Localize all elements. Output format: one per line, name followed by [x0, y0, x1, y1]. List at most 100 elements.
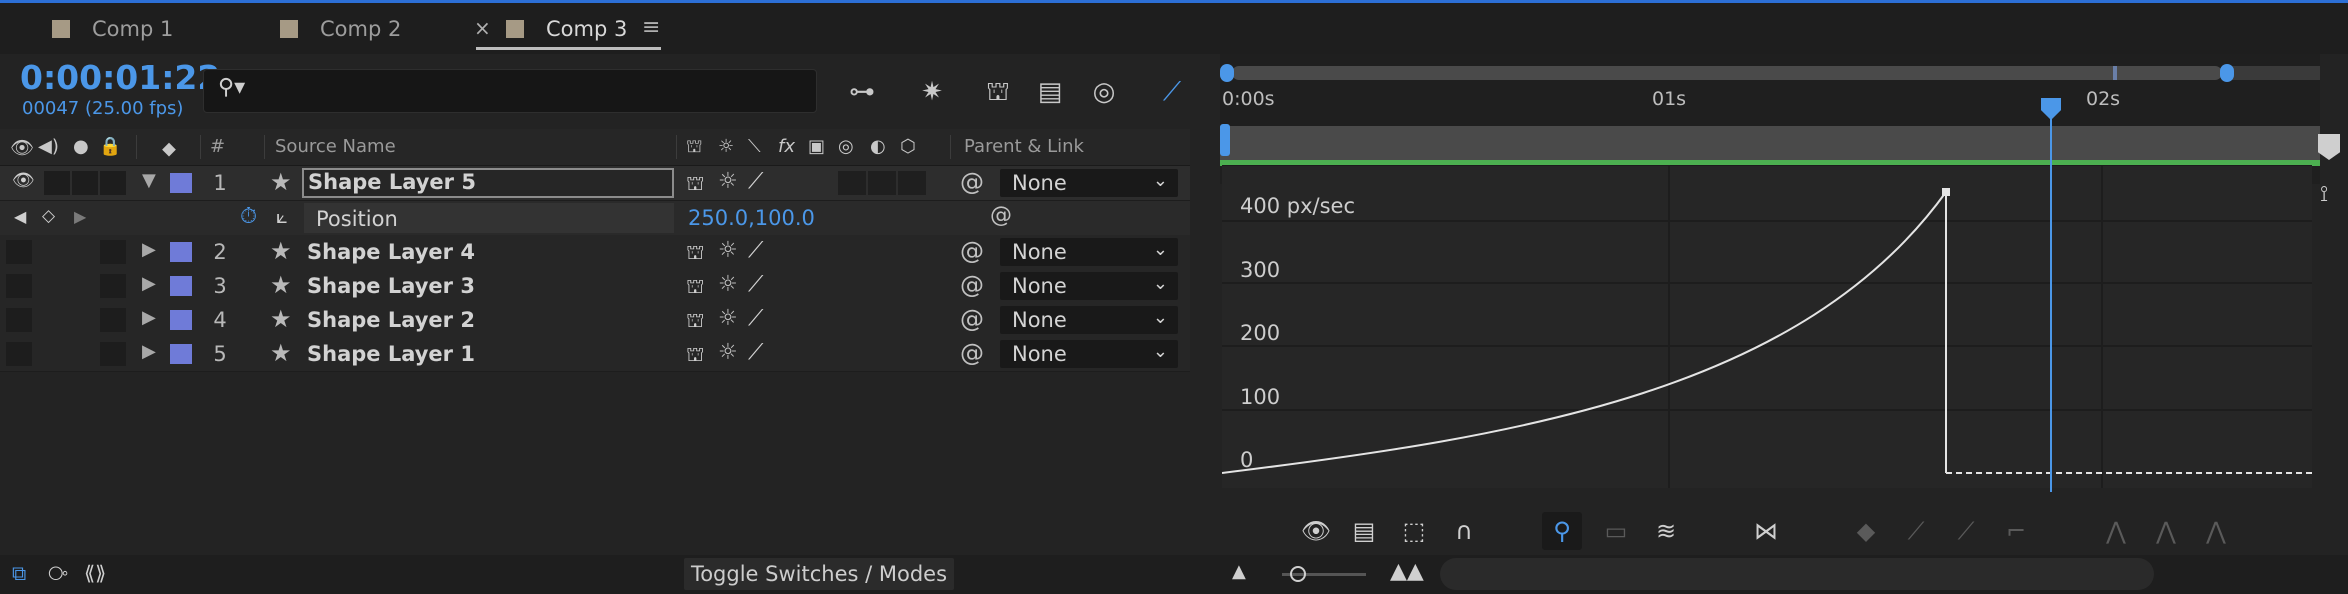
- property-value[interactable]: 250.0,100.0: [688, 206, 815, 230]
- layer-label-color[interactable]: [170, 344, 192, 364]
- draft-3d-icon[interactable]: ✷: [912, 72, 952, 112]
- comp-panel-icon[interactable]: ⧉: [12, 561, 26, 585]
- lock-toggle[interactable]: [100, 240, 126, 264]
- pick-whip-icon[interactable]: @: [960, 237, 984, 265]
- easy-ease-out-icon[interactable]: ⋀: [2196, 512, 2236, 550]
- frame-blend-switch-icon[interactable]: ▣: [808, 136, 825, 157]
- convert-keyframe-icon[interactable]: ⌐: [1996, 512, 2036, 550]
- layer-name[interactable]: Shape Layer 3: [307, 274, 475, 298]
- solo-toggle[interactable]: [72, 171, 98, 195]
- quality-switch-icon[interactable]: ⟋: [748, 340, 763, 365]
- pick-whip-icon[interactable]: @: [960, 271, 984, 299]
- work-area-end-marker[interactable]: [2318, 134, 2340, 160]
- collapse-switch-icon[interactable]: ☼: [718, 272, 738, 297]
- parent-dropdown[interactable]: None ⌄: [1000, 238, 1178, 266]
- work-area-bar[interactable]: [1220, 126, 2320, 164]
- collapse-switch-icon[interactable]: ☼: [718, 169, 738, 194]
- next-keyframe-icon[interactable]: ▶: [74, 207, 86, 226]
- timeline-scrollbar[interactable]: [1440, 558, 2154, 590]
- in-out-icon[interactable]: ⟪⟫: [84, 561, 106, 585]
- effects-switch-label[interactable]: fx: [778, 136, 795, 157]
- current-timecode[interactable]: 0:00:01:22: [20, 58, 220, 97]
- easy-ease-icon[interactable]: ⋀: [2096, 512, 2136, 550]
- time-navigator-bar[interactable]: [1232, 66, 2222, 80]
- layer-label-color[interactable]: [170, 173, 192, 193]
- shy-switch-icon[interactable]: ⛫: [686, 240, 704, 267]
- quality-switch-icon[interactable]: ⟋: [748, 169, 763, 194]
- pick-whip-icon[interactable]: @: [990, 203, 1012, 228]
- expand-triangle-icon[interactable]: ▶: [142, 273, 156, 294]
- visibility-toggle[interactable]: [6, 274, 32, 298]
- tab-comp-1[interactable]: Comp 1: [52, 17, 173, 45]
- stopwatch-icon[interactable]: ⏱: [240, 204, 257, 229]
- fit-selection-icon[interactable]: ⚲: [1542, 512, 1582, 550]
- audio-icon[interactable]: ◀): [38, 136, 59, 157]
- add-keyframe-icon[interactable]: ◇: [42, 206, 55, 226]
- layer-blend-icon[interactable]: ⧂: [48, 561, 68, 585]
- motion-blur-icon[interactable]: ◎: [1084, 72, 1124, 112]
- layer-name-field[interactable]: Shape Layer 5: [302, 168, 674, 198]
- quality-switch-icon[interactable]: ⟋: [748, 272, 763, 297]
- source-name-header[interactable]: Source Name: [275, 136, 396, 157]
- shy-layers-icon[interactable]: ⛫: [978, 72, 1018, 112]
- collapse-switch-icon[interactable]: ☼: [718, 136, 734, 157]
- expand-triangle-icon[interactable]: ▶: [142, 341, 156, 362]
- frame-blending-icon[interactable]: ▤: [1030, 72, 1070, 112]
- separate-dimensions-icon[interactable]: ≋: [1646, 512, 1686, 550]
- shy-switch-icon[interactable]: ⛫: [686, 274, 704, 301]
- audio-toggle[interactable]: [44, 171, 70, 195]
- visibility-toggle[interactable]: [6, 240, 32, 264]
- adjustment-toggle[interactable]: [868, 171, 896, 195]
- navigator-end-handle[interactable]: [2220, 64, 2234, 82]
- parent-link-header[interactable]: Parent & Link: [964, 136, 1084, 157]
- edit-keyframe-icon[interactable]: ⋈: [1746, 512, 1786, 550]
- motion-blur-toggle[interactable]: [838, 171, 866, 195]
- tab-comp-3[interactable]: Comp 3: [506, 17, 627, 45]
- zoom-out-icon[interactable]: ▲: [1232, 561, 1246, 582]
- motion-blur-switch-icon[interactable]: ◎: [838, 136, 854, 157]
- pick-whip-icon[interactable]: @: [960, 339, 984, 367]
- graph-editor-icon[interactable]: ⟋: [1152, 72, 1192, 112]
- parent-dropdown[interactable]: None ⌄: [1000, 272, 1178, 300]
- visibility-icon[interactable]: 👁: [10, 136, 34, 159]
- tab-close-icon[interactable]: ×: [474, 16, 491, 40]
- quality-switch-icon[interactable]: ⟋: [748, 238, 763, 263]
- layer-label-color[interactable]: [170, 276, 192, 296]
- graph-options-icon[interactable]: ▤: [1344, 512, 1384, 550]
- shy-switch-icon[interactable]: ⛫: [686, 342, 704, 369]
- parent-dropdown[interactable]: None ⌄: [1000, 340, 1178, 368]
- visibility-toggle[interactable]: [6, 342, 32, 366]
- lock-toggle[interactable]: [100, 308, 126, 332]
- snap-icon[interactable]: ∩: [1444, 512, 1484, 550]
- layer-row[interactable]: ▶ 3 ★ Shape Layer 3 ⛫ ☼ ⟋ @ None ⌄: [0, 269, 1190, 304]
- collapse-switch-icon[interactable]: ☼: [718, 238, 738, 263]
- collapse-switch-icon[interactable]: ☼: [718, 340, 738, 365]
- property-row[interactable]: ◀ ◇ ▶ ⏱ ⟀ Position 250.0,100.0 @: [0, 201, 1190, 236]
- layer-name[interactable]: Shape Layer 1: [307, 342, 475, 366]
- lock-toggle[interactable]: [100, 274, 126, 298]
- layer-row[interactable]: ▶ 5 ★ Shape Layer 1 ⛫ ☼ ⟋ @ None ⌄: [0, 337, 1190, 372]
- visibility-toggle[interactable]: [6, 308, 32, 332]
- adjustment-layer-icon[interactable]: ◐: [870, 136, 886, 157]
- layer-row[interactable]: ▶ 2 ★ Shape Layer 4 ⛫ ☼ ⟋ @ None ⌄: [0, 235, 1190, 270]
- layer-name[interactable]: Shape Layer 4: [307, 240, 475, 264]
- shy-switch-icon[interactable]: ⛫: [686, 171, 704, 198]
- quality-switch-icon[interactable]: ⟋: [748, 306, 763, 331]
- zoom-in-icon[interactable]: ▲▲: [1390, 559, 1424, 584]
- expand-triangle-icon[interactable]: ▼: [142, 170, 156, 191]
- layer-number-header[interactable]: #: [210, 136, 225, 157]
- lock-toggle[interactable]: [100, 171, 126, 195]
- pick-whip-icon[interactable]: @: [960, 305, 984, 333]
- layer-label-color[interactable]: [170, 242, 192, 262]
- search-input[interactable]: ⚲▾: [203, 69, 817, 113]
- previous-keyframe-icon[interactable]: ◀: [14, 207, 26, 226]
- hold-keyframe-icon[interactable]: ◆: [1846, 512, 1886, 550]
- fit-all-icon[interactable]: ▭: [1596, 512, 1636, 550]
- layer-label-color[interactable]: [170, 310, 192, 330]
- work-area-start-handle[interactable]: [1220, 124, 1230, 156]
- transform-box-icon[interactable]: ⬚: [1394, 512, 1434, 550]
- shy-switch-icon[interactable]: ⛫: [686, 308, 704, 335]
- quality-switch-icon[interactable]: ⟍: [748, 136, 761, 157]
- linear-keyframe-icon[interactable]: ⟋: [1896, 512, 1936, 550]
- graph-editor[interactable]: 400 px/sec 300 200 100 0: [1222, 165, 2312, 488]
